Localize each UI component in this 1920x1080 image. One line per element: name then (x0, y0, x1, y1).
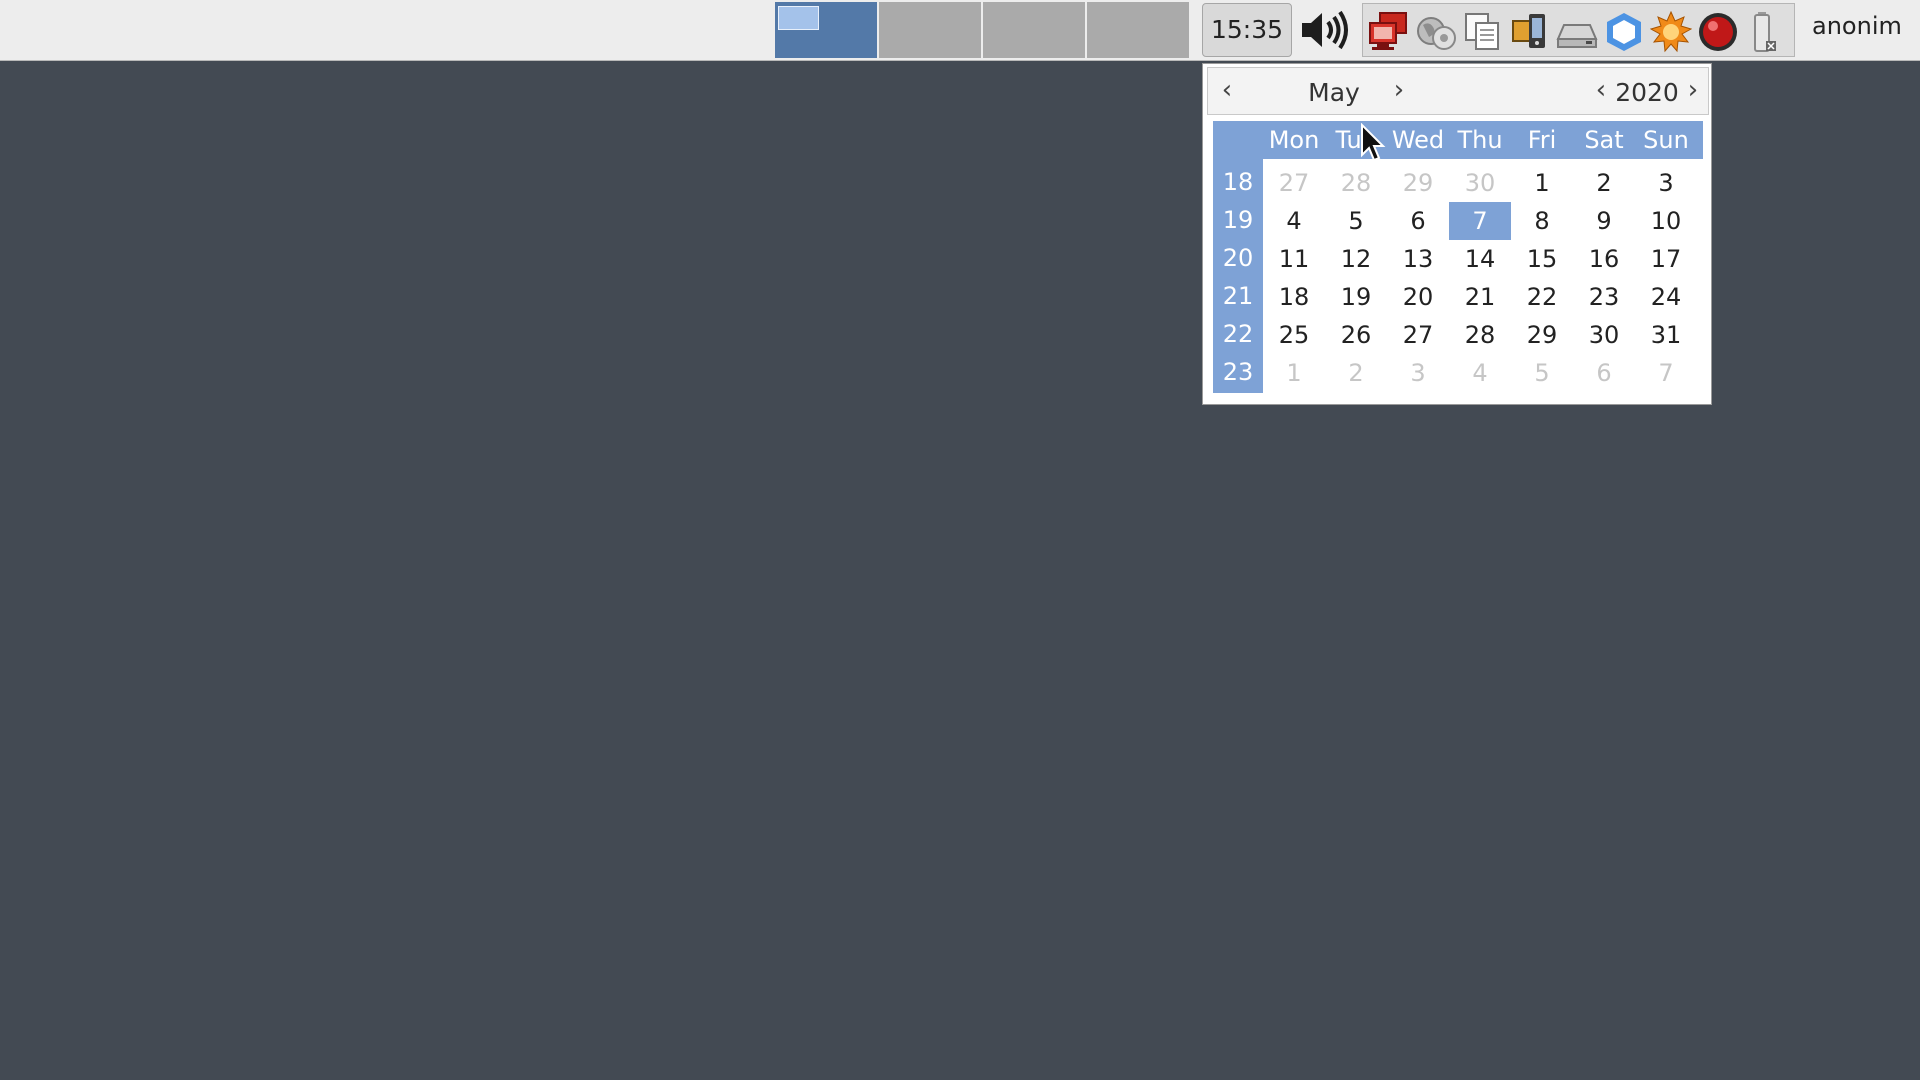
workspace-2[interactable] (879, 2, 983, 58)
weekday-label: Wed (1391, 126, 1445, 154)
weekday-label: Mon (1268, 126, 1320, 154)
day-cell[interactable]: 5 (1511, 354, 1573, 392)
day-cell[interactable]: 1 (1511, 164, 1573, 202)
day-cell[interactable]: 11 (1263, 240, 1325, 278)
week-number: 21 (1222, 282, 1254, 310)
day-cell[interactable]: 21 (1449, 278, 1511, 316)
day-cell[interactable]: 9 (1573, 202, 1635, 240)
system-tray (1362, 3, 1795, 57)
day-cell[interactable]: 2 (1325, 354, 1387, 392)
workspace-4[interactable] (1087, 2, 1191, 58)
day-cell[interactable]: 18 (1263, 278, 1325, 316)
day-cell[interactable]: 17 (1635, 240, 1697, 278)
week-number: 18 (1222, 168, 1254, 196)
workspace-pager (775, 2, 1191, 58)
removable-drive-icon[interactable] (1556, 11, 1598, 53)
day-cell[interactable]: 13 (1387, 240, 1449, 278)
day-cell[interactable]: 14 (1449, 240, 1511, 278)
world-network-icon[interactable] (1415, 11, 1457, 53)
sun-gear-icon[interactable] (1649, 10, 1693, 53)
mobile-devices-icon[interactable] (1509, 11, 1551, 53)
mouse-pointer-icon (1360, 122, 1386, 163)
month-label: May (1308, 78, 1360, 107)
workspace-1[interactable] (775, 2, 879, 58)
day-cell[interactable]: 4 (1263, 202, 1325, 240)
day-cell[interactable]: 20 (1387, 278, 1449, 316)
hexagon-app-icon[interactable] (1603, 11, 1645, 53)
day-cell[interactable]: 31 (1635, 316, 1697, 354)
week-number: 20 (1222, 244, 1254, 272)
week-number: 22 (1222, 320, 1254, 348)
calendar-header: ‹ May › ‹ 2020 › (1207, 67, 1709, 115)
workspace-3[interactable] (983, 2, 1087, 58)
prev-month-button[interactable]: ‹ (1212, 76, 1242, 106)
weekday-label: Sun (1643, 126, 1689, 154)
week-number: 19 (1222, 206, 1254, 234)
day-cell[interactable]: 1 (1263, 354, 1325, 392)
day-cell[interactable]: 23 (1573, 278, 1635, 316)
day-cell[interactable]: 19 (1325, 278, 1387, 316)
weekday-label: Thu (1457, 126, 1503, 154)
day-cell[interactable]: 2 (1573, 164, 1635, 202)
day-cell[interactable]: 3 (1635, 164, 1697, 202)
day-cell[interactable]: 8 (1511, 202, 1573, 240)
username-label[interactable]: anonim (1812, 12, 1902, 40)
battery-icon[interactable] (1744, 11, 1786, 53)
network-computers-icon[interactable] (1368, 11, 1410, 53)
day-cell[interactable]: 25 (1263, 316, 1325, 354)
day-cell[interactable]: 3 (1387, 354, 1449, 392)
year-label: 2020 (1615, 78, 1679, 107)
day-cell[interactable]: 6 (1387, 202, 1449, 240)
weekday-label: Fri (1527, 126, 1557, 154)
week-number: 23 (1222, 358, 1254, 386)
weekday-label: Sat (1584, 126, 1624, 154)
day-cell[interactable]: 30 (1573, 316, 1635, 354)
next-year-button[interactable]: › (1678, 76, 1708, 106)
day-cell[interactable]: 16 (1573, 240, 1635, 278)
day-cell[interactable]: 28 (1325, 164, 1387, 202)
day-cell[interactable]: 30 (1449, 164, 1511, 202)
day-cell[interactable]: 28 (1449, 316, 1511, 354)
day-cell[interactable]: 5 (1325, 202, 1387, 240)
clock-button[interactable]: 15:35 (1202, 3, 1292, 57)
selected-day-cell[interactable]: 7 (1449, 202, 1511, 240)
day-cell[interactable]: 6 (1573, 354, 1635, 392)
day-cell[interactable]: 27 (1263, 164, 1325, 202)
day-cell[interactable]: 4 (1449, 354, 1511, 392)
top-panel: 15:35 anonim (0, 0, 1920, 61)
next-month-button[interactable]: › (1384, 76, 1414, 106)
day-cell[interactable]: 10 (1635, 202, 1697, 240)
weekday-header: Mon Tue Wed Thu Fri Sat Sun (1263, 121, 1703, 159)
week-number-column: 18 19 20 21 22 23 (1213, 121, 1263, 393)
speaker-volume-icon[interactable] (1298, 8, 1354, 52)
clipboard-documents-icon[interactable] (1462, 11, 1504, 53)
day-cell[interactable]: 15 (1511, 240, 1573, 278)
day-cell[interactable]: 29 (1387, 164, 1449, 202)
day-cell[interactable]: 12 (1325, 240, 1387, 278)
day-cell[interactable]: 29 (1511, 316, 1573, 354)
record-red-icon[interactable] (1697, 11, 1739, 53)
day-cell[interactable]: 24 (1635, 278, 1697, 316)
workspace-window-thumbnail (778, 6, 819, 30)
day-cell[interactable]: 26 (1325, 316, 1387, 354)
day-cell[interactable]: 22 (1511, 278, 1573, 316)
calendar-popup: ‹ May › ‹ 2020 › Mon Tue Wed Thu Fri Sat Sun 1… (1202, 63, 1712, 405)
day-cell[interactable]: 7 (1635, 354, 1697, 392)
day-cell[interactable]: 27 (1387, 316, 1449, 354)
